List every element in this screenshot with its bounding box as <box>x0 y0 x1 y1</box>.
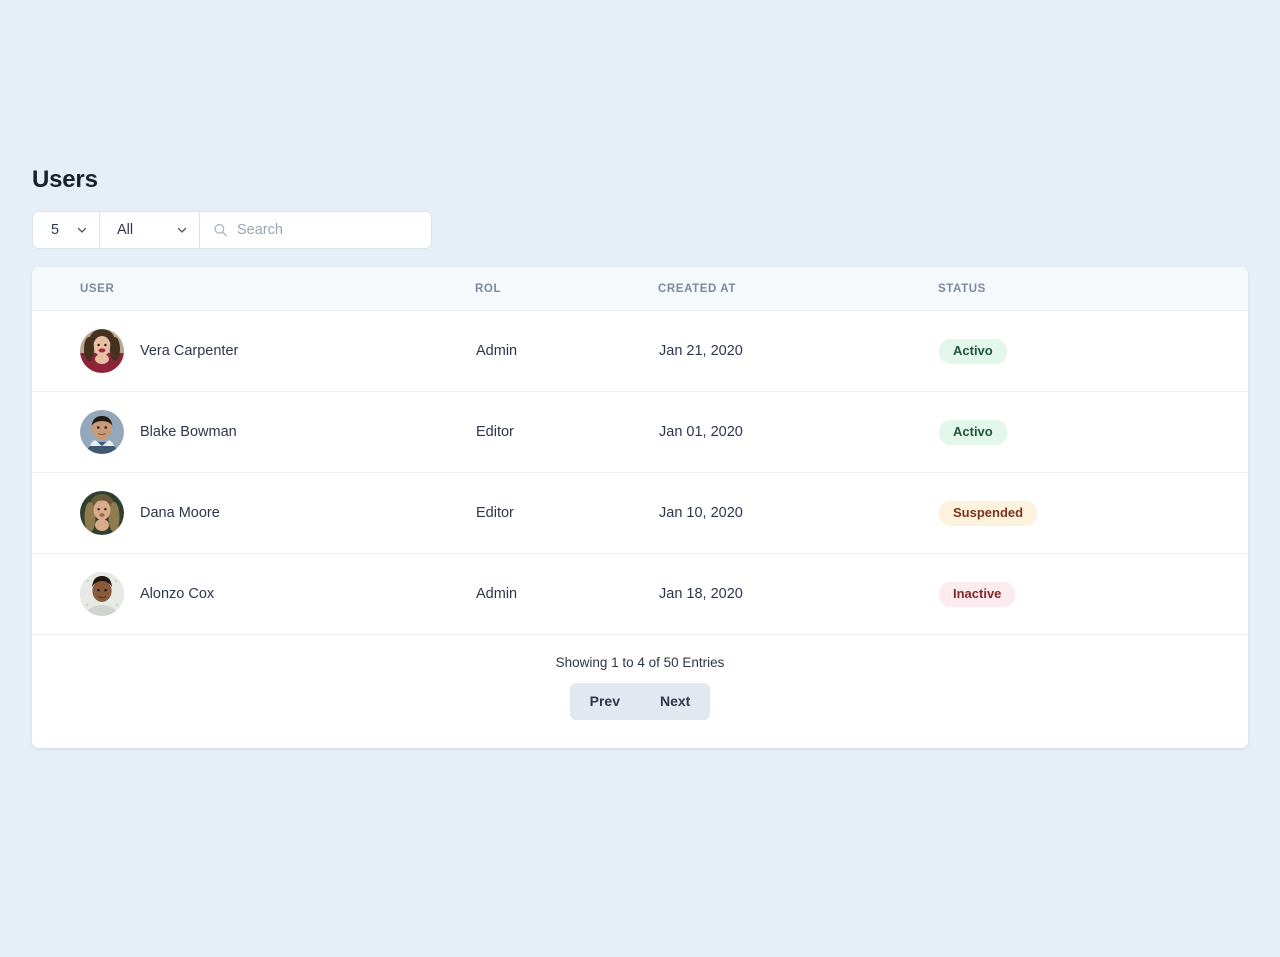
page-title: Users <box>32 166 1248 194</box>
user-name: Alonzo Cox <box>140 586 214 602</box>
column-header-status[interactable]: STATUS <box>938 267 1248 311</box>
role-filter-value: All <box>100 212 133 248</box>
users-table: USER ROL CREATED AT STATUS <box>32 267 1248 635</box>
cell-created-at: Jan 21, 2020 <box>658 311 938 392</box>
status-badge: Inactive <box>939 582 1015 607</box>
cell-rol: Editor <box>475 473 658 554</box>
cell-status: Inactive <box>938 554 1248 635</box>
avatar <box>80 491 124 535</box>
avatar <box>80 329 124 373</box>
showing-entries-text: Showing 1 to 4 of 50 Entries <box>32 655 1248 670</box>
app-root: Users 5 All <box>0 0 1280 957</box>
avatar <box>80 410 124 454</box>
table-row[interactable]: Dana Moore Editor Jan 10, 2020 Suspended <box>32 473 1248 554</box>
chevron-down-icon <box>76 224 88 236</box>
table-row[interactable]: Alonzo Cox Admin Jan 18, 2020 Inactive <box>32 554 1248 635</box>
search-icon <box>213 223 228 238</box>
role-filter-select[interactable]: All <box>100 212 200 248</box>
column-header-created-at[interactable]: CREATED AT <box>658 267 938 311</box>
table-toolbar: 5 All <box>32 211 432 249</box>
column-header-user[interactable]: USER <box>32 267 475 311</box>
search-field[interactable] <box>200 212 431 248</box>
search-input[interactable] <box>200 212 431 248</box>
cell-rol: Admin <box>475 554 658 635</box>
table-row[interactable]: Vera Carpenter Admin Jan 21, 2020 Activo <box>32 311 1248 392</box>
next-page-button[interactable]: Next <box>640 683 710 720</box>
cell-created-at: Jan 01, 2020 <box>658 392 938 473</box>
table-body: Vera Carpenter Admin Jan 21, 2020 Activo <box>32 311 1248 635</box>
page-size-select[interactable]: 5 <box>33 212 100 248</box>
prev-page-button[interactable]: Prev <box>570 683 640 720</box>
cell-status: Suspended <box>938 473 1248 554</box>
cell-user: Alonzo Cox <box>32 554 475 635</box>
table-footer: Showing 1 to 4 of 50 Entries Prev Next <box>32 635 1248 748</box>
status-badge: Activo <box>939 339 1007 364</box>
user-name: Blake Bowman <box>140 424 237 440</box>
table-row[interactable]: Blake Bowman Editor Jan 01, 2020 Activo <box>32 392 1248 473</box>
avatar <box>80 572 124 616</box>
cell-status: Activo <box>938 311 1248 392</box>
user-name: Dana Moore <box>140 505 220 521</box>
cell-rol: Editor <box>475 392 658 473</box>
status-badge: Suspended <box>939 501 1037 526</box>
table-header-row: USER ROL CREATED AT STATUS <box>32 267 1248 311</box>
status-badge: Activo <box>939 420 1007 445</box>
cell-status: Activo <box>938 392 1248 473</box>
users-page: Users 5 All <box>32 166 1248 748</box>
cell-user: Blake Bowman <box>32 392 475 473</box>
pagination: Prev Next <box>570 683 711 720</box>
page-size-value: 5 <box>33 212 59 248</box>
cell-rol: Admin <box>475 311 658 392</box>
column-header-rol[interactable]: ROL <box>475 267 658 311</box>
cell-user: Vera Carpenter <box>32 311 475 392</box>
cell-created-at: Jan 18, 2020 <box>658 554 938 635</box>
cell-user: Dana Moore <box>32 473 475 554</box>
table-header: USER ROL CREATED AT STATUS <box>32 267 1248 311</box>
cell-created-at: Jan 10, 2020 <box>658 473 938 554</box>
chevron-down-icon <box>176 224 188 236</box>
user-name: Vera Carpenter <box>140 343 238 359</box>
users-table-card: USER ROL CREATED AT STATUS <box>32 267 1248 748</box>
